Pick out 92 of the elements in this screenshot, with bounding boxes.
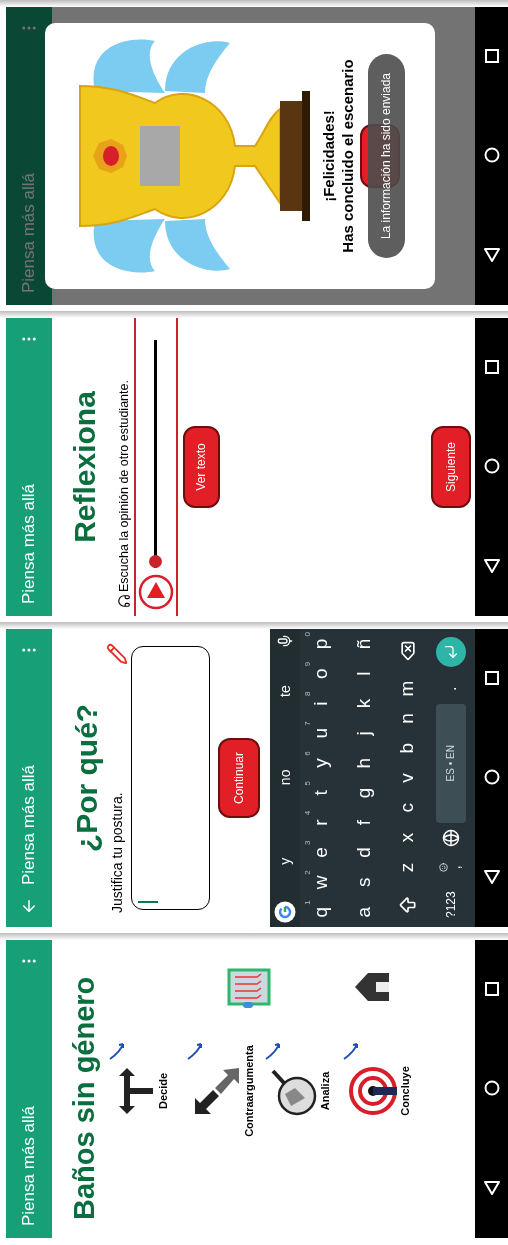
dialog-message: Has concluido el escenario [338, 59, 357, 253]
step-icon[interactable] [349, 1066, 397, 1116]
house-icon[interactable] [354, 972, 390, 1002]
step-label: Analiza [318, 1071, 332, 1111]
keyboard-key[interactable]: f [343, 807, 386, 838]
step-icon[interactable] [193, 1066, 241, 1116]
progress-thumb[interactable] [149, 555, 163, 568]
step-label: Decide [156, 1072, 170, 1110]
key-hint: 8 [302, 691, 313, 697]
back-icon[interactable] [483, 1180, 500, 1196]
keyboard-key[interactable]: v [386, 763, 429, 793]
app-title: Piensa más allá [18, 173, 40, 293]
key-hint: 4 [302, 810, 313, 816]
shift-icon [397, 894, 418, 915]
keyboard-key[interactable]: t 5 [300, 778, 343, 808]
keyboard-key[interactable]: s [343, 867, 386, 898]
key-hint: 9 [302, 661, 313, 667]
page-title: Baños sin género [70, 975, 99, 1222]
keyboard-key[interactable]: w 2 [300, 867, 343, 898]
key-hint: 1 [302, 900, 313, 905]
comma-key[interactable]: , [439, 852, 462, 883]
key-hint: 5 [302, 781, 313, 786]
keyboard-key[interactable]: j [343, 718, 386, 749]
app-title: Piensa más allá [18, 484, 40, 604]
app-title: Piensa más allá [18, 1106, 40, 1226]
keyboard-key[interactable]: c [386, 792, 429, 823]
instruction-text: Escucha la opinión de otro estudiante. [116, 380, 132, 592]
dialog-heading: ¡Felicidades! [320, 110, 338, 202]
app-title: Piensa más allá [18, 765, 40, 885]
key-hint: 3 [302, 840, 313, 846]
key-hint: 0 [302, 632, 313, 637]
keyboard-key[interactable]: x [386, 822, 429, 853]
keyboard-key[interactable]: y 6 [300, 748, 343, 778]
keyboard-key[interactable]: d [343, 837, 386, 868]
space-bar[interactable]: ES • EN [435, 703, 466, 823]
progress-slider[interactable] [149, 340, 163, 568]
clipboard-icon[interactable] [227, 968, 271, 1008]
emoji-icon [439, 862, 448, 872]
keyboard-key[interactable]: e 3 [300, 837, 343, 868]
play-button[interactable] [137, 574, 174, 610]
action-button[interactable]: Continuar [218, 738, 260, 818]
keyboard-key[interactable]: h [343, 748, 386, 778]
keyboard-key[interactable]: n [386, 703, 429, 734]
pencil-icon [106, 643, 128, 665]
home-icon[interactable] [483, 458, 500, 474]
answer-box[interactable] [131, 646, 210, 910]
key-hint: 7 [302, 721, 313, 726]
suggestion[interactable]: y [274, 857, 296, 865]
page-title: ¿Por qué? [72, 703, 102, 853]
keyboard-key[interactable]: ñ [343, 629, 386, 659]
home-icon[interactable] [483, 769, 500, 785]
keyboard-key[interactable]: b [386, 733, 429, 764]
action-button[interactable]: Ver texto [182, 426, 220, 508]
keyboard-key[interactable]: r 4 [300, 807, 343, 838]
toast-message: La información ha sido enviada [367, 54, 405, 258]
enter-icon [442, 643, 459, 660]
step-label: Concluye [398, 1066, 412, 1116]
keyboard-key[interactable]: z [386, 852, 429, 883]
headphones-icon [117, 594, 132, 608]
suggestion[interactable]: no [274, 769, 296, 786]
page-title: Reflexiona [70, 391, 100, 543]
period-key[interactable]: . [438, 673, 463, 704]
keyboard-key[interactable]: k [343, 688, 386, 719]
enter-key[interactable] [435, 636, 466, 667]
recents-icon[interactable] [484, 49, 499, 63]
keyboard-key[interactable]: o 9 [300, 658, 343, 689]
globe-icon[interactable] [441, 828, 460, 847]
keyboard-key[interactable]: i 8 [300, 688, 343, 719]
keyboard-key[interactable]: u 7 [300, 718, 343, 749]
home-icon[interactable] [483, 147, 500, 163]
key-hint: 2 [302, 870, 313, 875]
keyboard-key[interactable]: a [343, 897, 386, 927]
step-label: Contraargumenta [242, 1045, 256, 1137]
key-hint: 6 [302, 751, 313, 756]
google-icon[interactable] [274, 901, 296, 923]
back-icon[interactable] [483, 247, 500, 263]
symbols-key[interactable]: ?123 [441, 882, 460, 927]
recents-icon[interactable] [484, 360, 499, 374]
keyboard-key[interactable]: q 1 [300, 897, 343, 927]
keyboard-key[interactable]: g [343, 778, 386, 808]
back-icon[interactable] [483, 558, 500, 574]
keyboard-key[interactable]: l [343, 658, 386, 689]
recents-icon[interactable] [484, 671, 499, 685]
back-icon[interactable] [483, 869, 500, 885]
keyboard-key[interactable]: p 0 [300, 629, 343, 659]
prompt-text: Justifica tu postura. [108, 792, 126, 913]
microphone-icon[interactable] [277, 633, 293, 649]
keyboard-key[interactable]: m [386, 673, 429, 704]
action-button[interactable]: Siguiente [431, 426, 471, 508]
home-icon[interactable] [483, 1080, 500, 1096]
suggestion[interactable]: te [274, 685, 296, 697]
recents-icon[interactable] [484, 982, 499, 996]
